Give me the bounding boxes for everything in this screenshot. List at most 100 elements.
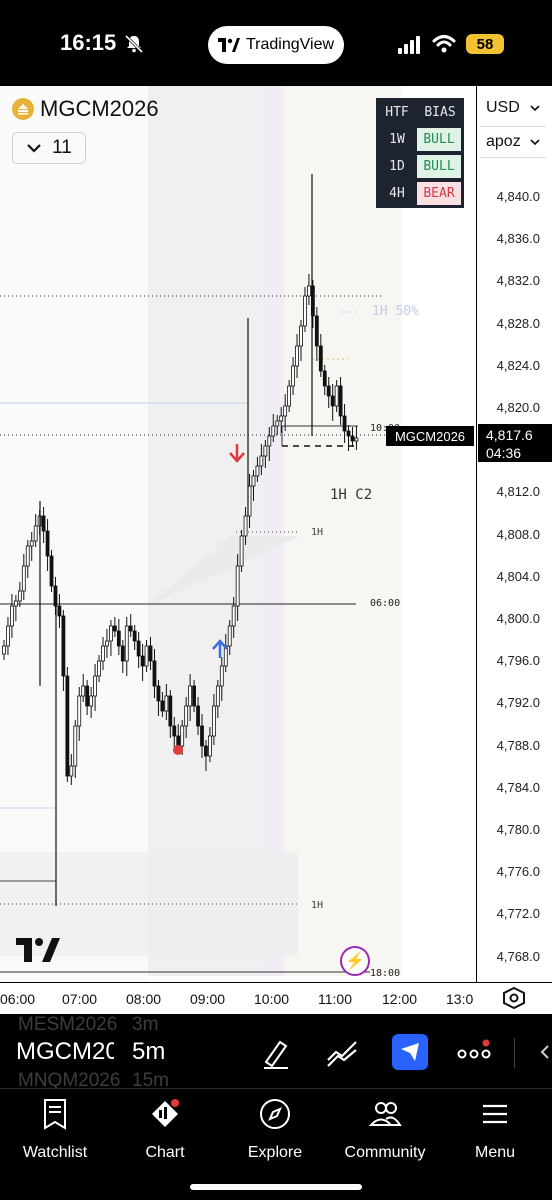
time-tick: 12:00 (382, 991, 418, 1007)
label-1h-lower: 1H (311, 900, 324, 911)
nav-chart[interactable]: Chart (110, 1097, 220, 1162)
time-tick: 13:0 (446, 991, 474, 1007)
candle-body (172, 725, 177, 737)
candle-body (65, 675, 70, 777)
ghost-symbol-top: MESM2026 (18, 1014, 118, 1035)
candle-body (25, 545, 30, 567)
candle-body (93, 675, 97, 697)
candle-body (299, 325, 303, 347)
tradingview-watermark-icon (16, 938, 60, 962)
candle-body (275, 420, 280, 427)
candle-body (200, 725, 204, 747)
script-dropdown[interactable]: apoz (480, 126, 546, 158)
candle-body (322, 370, 327, 387)
candle-body (354, 437, 359, 442)
candle-body (21, 565, 26, 592)
price-axis[interactable]: 4,840.0 4,836.0 4,832.0 4,828.0 4,824.0 4,820… (476, 86, 552, 982)
label-time-1800: 18:00 (370, 968, 401, 979)
price-tick: 4,812.0 (496, 484, 540, 500)
indicator-count: 11 (52, 137, 72, 158)
brush-icon[interactable] (258, 1034, 294, 1070)
candlestick-chart[interactable] (0, 86, 476, 982)
indicators-collapse-button[interactable]: 11 (12, 132, 86, 164)
ghost-symbol-bottom: MNQM2026 (18, 1070, 121, 1088)
candle-body (239, 535, 244, 567)
symbol-name: MGCM2026 (40, 96, 159, 121)
tradingview-logo-icon (217, 38, 240, 52)
nav-community[interactable]: Community (330, 1097, 440, 1162)
candle-body (334, 385, 339, 407)
candle-body (350, 435, 355, 442)
candle-body (148, 645, 153, 662)
time-tick: 09:00 (190, 991, 226, 1007)
indicators-button[interactable] (392, 1034, 428, 1070)
nav-label: Chart (145, 1144, 185, 1161)
candle-body (318, 345, 323, 372)
candle-body (140, 655, 145, 667)
candle-body (271, 425, 276, 437)
candle-body (17, 590, 22, 602)
price-tick: 4,788.0 (496, 737, 540, 753)
candle-body (176, 735, 181, 747)
candle-body (267, 435, 272, 447)
chart-canvas[interactable]: 1H 50% 1H C2 1H 1H 06:00 10:00 18:00 (0, 86, 476, 982)
more-options-icon[interactable] (456, 1034, 492, 1070)
time-tick: 06:00 (0, 991, 36, 1007)
candle-body (144, 645, 149, 667)
time-axis[interactable]: 06:00 07:00 08:00 09:00 10:00 11:00 12:00 13:0 (0, 982, 552, 1014)
time-tick: 11:00 (318, 991, 352, 1007)
candle-body (57, 605, 62, 617)
candle-body (120, 645, 125, 662)
nav-label: Watchlist (22, 1144, 88, 1161)
chart-icon (152, 1099, 179, 1127)
price-tick: 4,780.0 (496, 822, 540, 837)
collapse-left-icon[interactable] (530, 1034, 552, 1070)
time-tick: 07:00 (62, 991, 98, 1007)
candle-body (6, 625, 10, 647)
price-tick: 4,772.0 (496, 906, 540, 922)
nav-explore[interactable]: Explore (220, 1097, 330, 1162)
candle-body (69, 765, 74, 777)
price-tick: 4,800.0 (496, 611, 540, 626)
candle-body (97, 660, 101, 677)
candle-body (346, 430, 351, 437)
candle-body (279, 415, 284, 422)
htf-row-bias: BEAR (417, 182, 461, 205)
tradingview-pill[interactable]: TradingView (208, 26, 344, 64)
chart-settings-icon[interactable] (500, 986, 528, 1010)
compass-icon (260, 1099, 290, 1129)
candle-body (101, 645, 105, 662)
price-tick: 4,836.0 (496, 231, 540, 247)
status-bar: 16:15 TradingView 58 (0, 0, 552, 86)
nav-watchlist[interactable]: Watchlist (0, 1097, 110, 1162)
status-time: 16:15 (60, 30, 117, 55)
nav-label: Explore (247, 1144, 303, 1161)
toolbar-symbol[interactable]: MGCM2026 (16, 1038, 114, 1066)
candle-body (263, 445, 268, 457)
currency-dropdown[interactable]: USD (480, 92, 546, 124)
indicators-icon (401, 1043, 419, 1061)
candle-body (49, 555, 54, 587)
price-tick: 4,828.0 (496, 315, 540, 331)
ghost-interval-bottom: 15m (132, 1070, 169, 1088)
toolbar-interval[interactable]: 5m (132, 1038, 165, 1066)
trendline-icon[interactable] (324, 1034, 360, 1070)
candle-body (211, 705, 216, 737)
lightning-icon[interactable]: ⚡ (340, 946, 370, 976)
htf-bias-table: HTF BIAS 1W BULL 1D BULL 4H BEAR (376, 98, 464, 208)
candle-body (10, 605, 14, 627)
candle-body (13, 600, 18, 607)
candle-body (152, 660, 157, 687)
candle-body (192, 685, 196, 707)
label-1h-upper: 1H (311, 527, 324, 538)
menu-icon (483, 1104, 507, 1124)
candle-body (168, 695, 173, 727)
symbol-header[interactable]: MGCM2026 (12, 96, 159, 122)
toolbar-divider (514, 1038, 515, 1068)
time-tick: 08:00 (126, 991, 162, 1007)
currency-label: USD (486, 99, 520, 116)
candle-body (291, 365, 295, 387)
candle-body (85, 685, 90, 707)
candle-body (235, 565, 240, 607)
nav-menu[interactable]: Menu (440, 1097, 550, 1162)
